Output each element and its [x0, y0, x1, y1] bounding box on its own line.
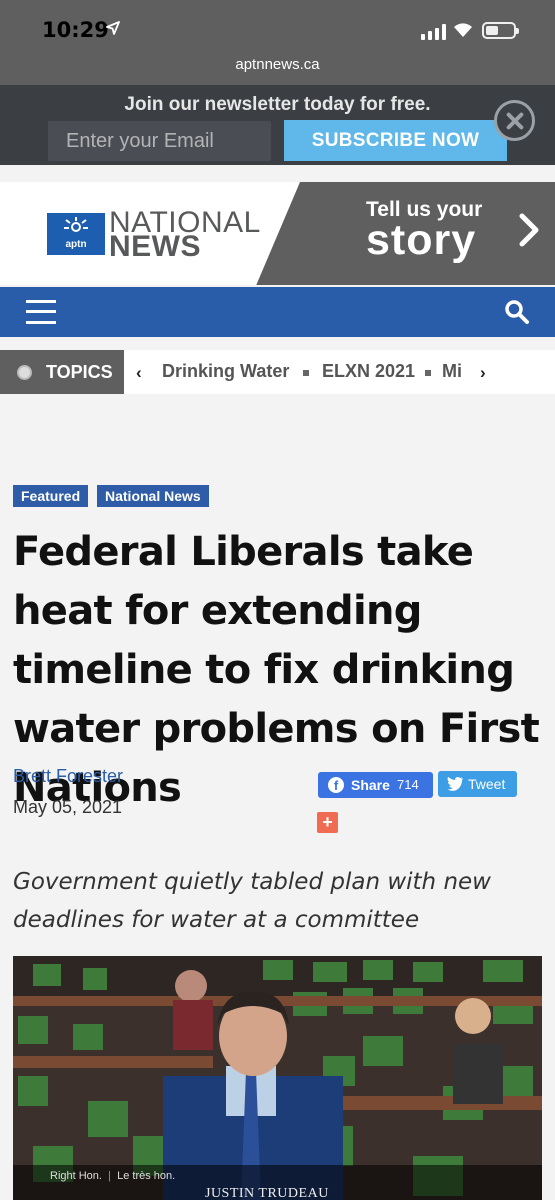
- topic-drinking-water[interactable]: Drinking Water: [162, 361, 289, 382]
- article-subhead: Government quietly tabled plan with new …: [13, 869, 491, 933]
- topics-label: TOPICS: [46, 362, 113, 382]
- close-icon[interactable]: [494, 100, 535, 141]
- search-icon[interactable]: [504, 299, 530, 325]
- tag-national-news[interactable]: National News: [97, 485, 209, 507]
- location-arrow-icon: [106, 21, 120, 35]
- chevron-left-icon[interactable]: ‹: [136, 363, 142, 383]
- sun-logo-icon: [64, 217, 88, 232]
- url-bar[interactable]: aptnnews.ca: [0, 56, 555, 73]
- facebook-share-button[interactable]: f Share 714: [318, 772, 433, 798]
- wifi-icon: [454, 23, 472, 37]
- tweet-button[interactable]: Tweet: [438, 771, 517, 797]
- cellular-signal-icon: [421, 24, 447, 40]
- topic-separator: [303, 370, 309, 376]
- photo-caption-title: Right Hon. | Le très hon.: [50, 1170, 176, 1182]
- newsletter-email-input[interactable]: [48, 121, 271, 161]
- house-of-commons-image: [13, 956, 542, 1200]
- article-photo[interactable]: [13, 956, 542, 1200]
- battery-icon: [482, 22, 519, 39]
- subscribe-button[interactable]: SUBSCRIBE NOW: [284, 120, 507, 161]
- topics-dot-icon: [17, 365, 32, 380]
- topic-truncated[interactable]: Mi: [442, 361, 470, 382]
- topic-separator: [425, 370, 431, 376]
- tweet-label: Tweet: [468, 776, 506, 792]
- logo-aptn-text: aptn: [65, 239, 87, 250]
- article-date: May 05, 2021: [13, 797, 123, 817]
- chevron-right-icon[interactable]: [514, 210, 544, 250]
- share-count: 714: [397, 777, 419, 792]
- topic-elxn-2021[interactable]: ELXN 2021: [322, 361, 415, 382]
- twitter-bird-icon: [447, 776, 463, 791]
- chevron-right-icon[interactable]: ›: [480, 363, 486, 383]
- tag-featured[interactable]: Featured: [13, 485, 89, 507]
- tell-us-line2[interactable]: story: [366, 216, 476, 265]
- logo-news-text: NEWS: [109, 230, 201, 263]
- article-author[interactable]: Brett Forester: [13, 766, 123, 787]
- menu-icon[interactable]: [26, 299, 56, 325]
- status-time: 10:29: [42, 18, 109, 42]
- more-share-button[interactable]: +: [317, 812, 338, 833]
- nav-bar: [0, 287, 555, 337]
- photo-caption-name: JUSTIN TRUDEAU: [205, 1186, 329, 1200]
- newsletter-text: Join our newsletter today for free.: [124, 94, 431, 115]
- share-label: Share: [351, 777, 390, 793]
- facebook-icon: f: [328, 777, 344, 793]
